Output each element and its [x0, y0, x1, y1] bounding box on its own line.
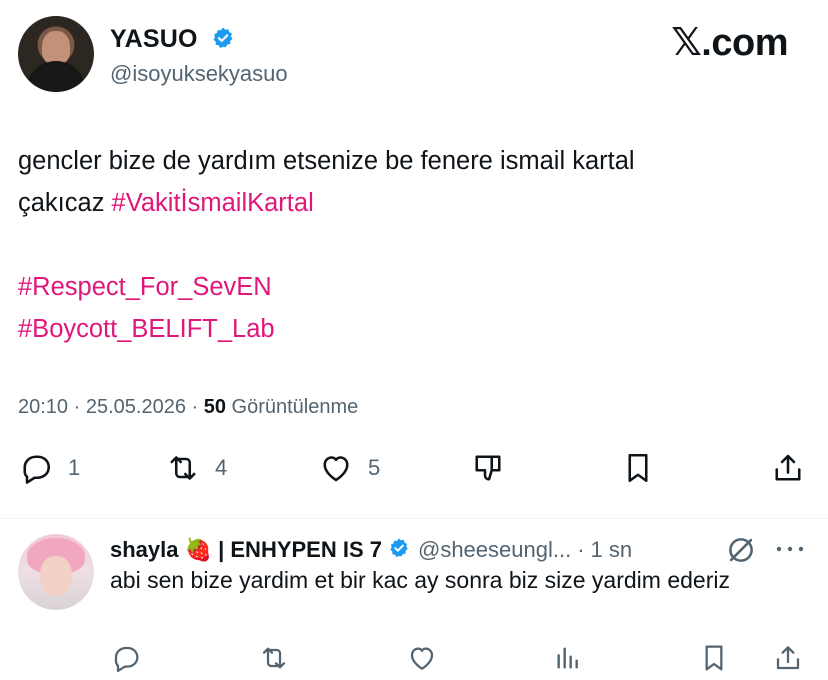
reply-analytics-button[interactable] [552, 642, 584, 674]
reply-icon [23, 455, 51, 484]
retweet-icon [262, 647, 286, 669]
reply-author-handle[interactable]: @sheeseungl... [418, 537, 571, 563]
reply-like-button[interactable] [406, 642, 438, 674]
hashtag-respect-for-seven[interactable]: #Respect_For_SevEN [18, 266, 808, 308]
like-count: 5 [368, 455, 381, 480]
reply-header: shayla 🍓 | ENHYPEN IS 7 @sheeseungl... ·… [110, 535, 632, 565]
tweet-date[interactable]: 25.05.2026 [86, 396, 186, 418]
divider [0, 518, 828, 519]
hashtag-vakit-ismail-kartal[interactable]: #VakitİsmailKartal [112, 189, 314, 217]
verified-badge-icon [388, 537, 410, 564]
reply-count: 1 [68, 455, 81, 480]
author-name-text: YASUO [110, 25, 198, 53]
reply-text: abi sen bize yardim et bir kac ay sonra … [110, 567, 730, 593]
share-icon [775, 454, 801, 481]
meta-separator: · [68, 396, 86, 418]
retweet-icon [170, 456, 196, 480]
grok-icon[interactable] [724, 533, 758, 567]
reply-icon [114, 646, 139, 673]
like-button[interactable]: 5 [318, 450, 380, 486]
tweet-text-line2-prefix: çakıcaz [18, 189, 112, 217]
share-button[interactable] [770, 450, 806, 486]
author-avatar[interactable] [18, 16, 94, 92]
bookmark-button[interactable] [620, 450, 656, 486]
reply-share-button[interactable] [772, 642, 804, 674]
reply-action-bar [0, 642, 828, 680]
hashtag-boycott-belift-lab[interactable]: #Boycott_BELIFT_Lab [18, 308, 808, 350]
reply-author-name[interactable]: shayla 🍓 | ENHYPEN IS 7 [110, 537, 382, 563]
tweet-time[interactable]: 20:10 [18, 396, 68, 418]
avatar-face [42, 31, 70, 65]
retweet-count: 4 [215, 455, 228, 480]
retweet-button[interactable]: 4 [165, 450, 227, 486]
author-display-name[interactable]: YASUO [110, 25, 235, 57]
reply-separator: · [577, 537, 585, 562]
avatar-hoodie [26, 61, 86, 92]
views-label: Görüntülenme [225, 396, 359, 418]
reply-time[interactable]: 1 sn [591, 537, 633, 563]
heart-icon [323, 456, 349, 482]
thumbs-down-icon [475, 455, 501, 481]
tweet-text-line1: gencler bize de yardım etsenize be fener… [18, 147, 635, 175]
author-handle[interactable]: @isoyuksekyasuo [110, 61, 288, 87]
heart-icon [410, 647, 434, 670]
views-count: 50 [203, 396, 226, 418]
reply-bookmark-button[interactable] [698, 642, 730, 674]
tweet-meta: 20:10 · 25.05.2026 · 50 Görüntülenme [18, 396, 358, 419]
tweet-action-bar: 1 4 5 [0, 450, 828, 500]
bookmark-icon [705, 645, 723, 671]
analytics-icon [557, 647, 578, 669]
dislike-button[interactable] [470, 450, 506, 486]
tweet-text: gencler bize de yardım etsenize be fener… [18, 140, 808, 350]
meta-separator: · [185, 396, 204, 418]
avatar-face [40, 556, 72, 596]
reply-reply-button[interactable] [110, 642, 142, 674]
reply-avatar[interactable] [18, 534, 94, 610]
share-icon [776, 646, 800, 670]
bookmark-icon [628, 453, 648, 483]
x-com-logo: 𝕏.com [671, 22, 788, 64]
verified-badge-icon [211, 26, 235, 57]
reply-retweet-button[interactable] [258, 642, 290, 674]
tweet-text-line2: çakıcaz #VakitİsmailKartal [18, 182, 808, 224]
more-options-icon[interactable] [774, 543, 806, 555]
reply-button[interactable]: 1 [18, 450, 80, 486]
